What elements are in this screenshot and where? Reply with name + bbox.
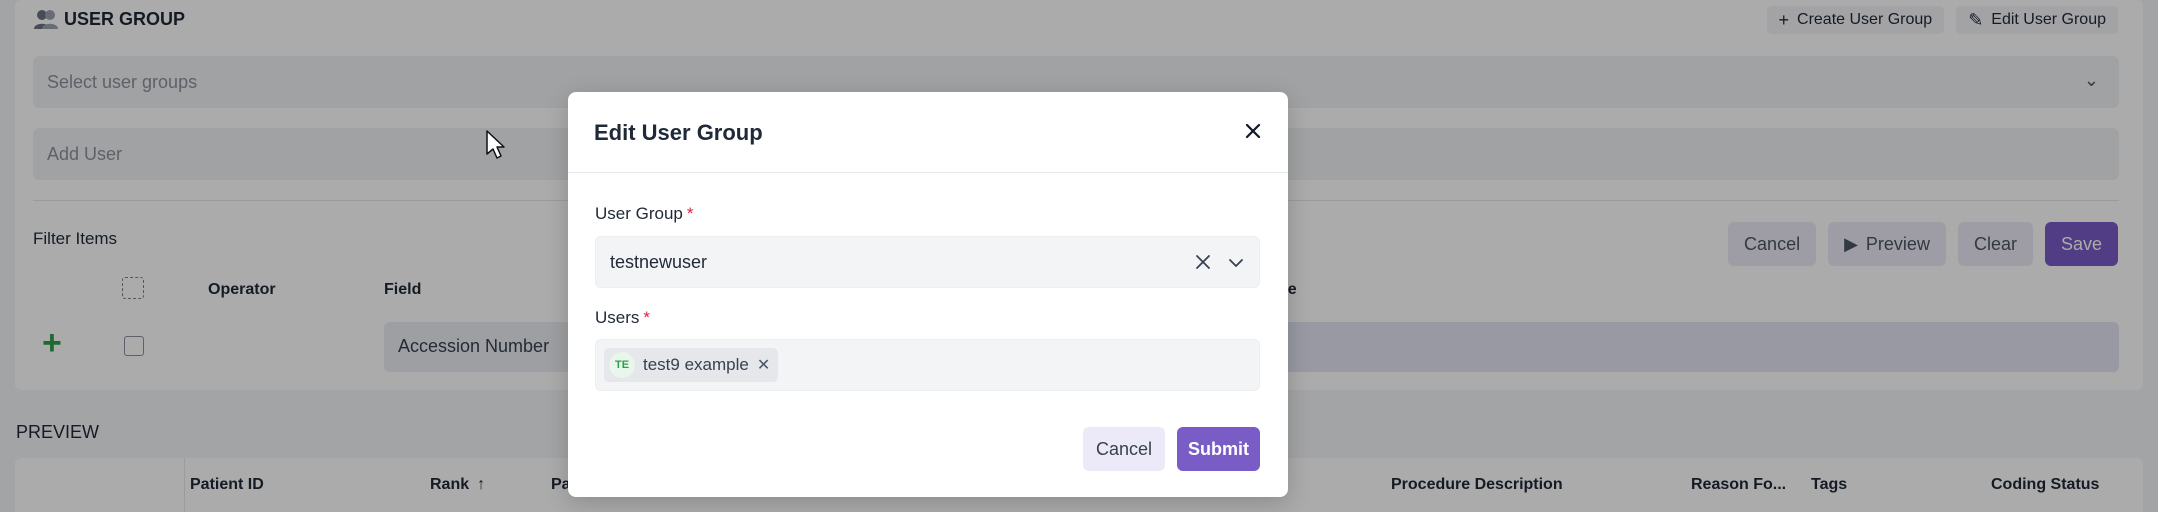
user-chip: TE test9 example ✕ <box>604 348 779 382</box>
user-chip-label: test9 example <box>643 355 749 374</box>
modal-divider <box>568 172 1288 173</box>
clear-selection-icon[interactable] <box>1195 248 1211 276</box>
close-icon[interactable] <box>1242 120 1264 142</box>
mouse-cursor-icon <box>486 130 506 165</box>
user-group-select[interactable]: testnewuser <box>595 236 1260 288</box>
edit-user-group-modal: Edit User Group User Group * testnewuser … <box>568 92 1288 497</box>
modal-title: Edit User Group <box>594 120 763 145</box>
cancel-button[interactable]: Cancel <box>1083 427 1165 471</box>
chevron-down-icon[interactable] <box>1227 249 1245 277</box>
user-group-select-value: testnewuser <box>610 252 708 272</box>
required-asterisk: * <box>686 204 694 223</box>
submit-button[interactable]: Submit <box>1177 427 1260 471</box>
users-label-text: Users <box>595 308 640 327</box>
user-group-label: User Group * <box>595 204 694 224</box>
users-label: Users * <box>595 308 650 328</box>
required-asterisk: * <box>643 308 651 327</box>
user-group-label-text: User Group <box>595 204 683 223</box>
remove-user-icon[interactable]: ✕ <box>757 355 770 375</box>
avatar: TE <box>609 352 635 378</box>
users-multiselect[interactable]: TE test9 example ✕ <box>595 339 1260 391</box>
